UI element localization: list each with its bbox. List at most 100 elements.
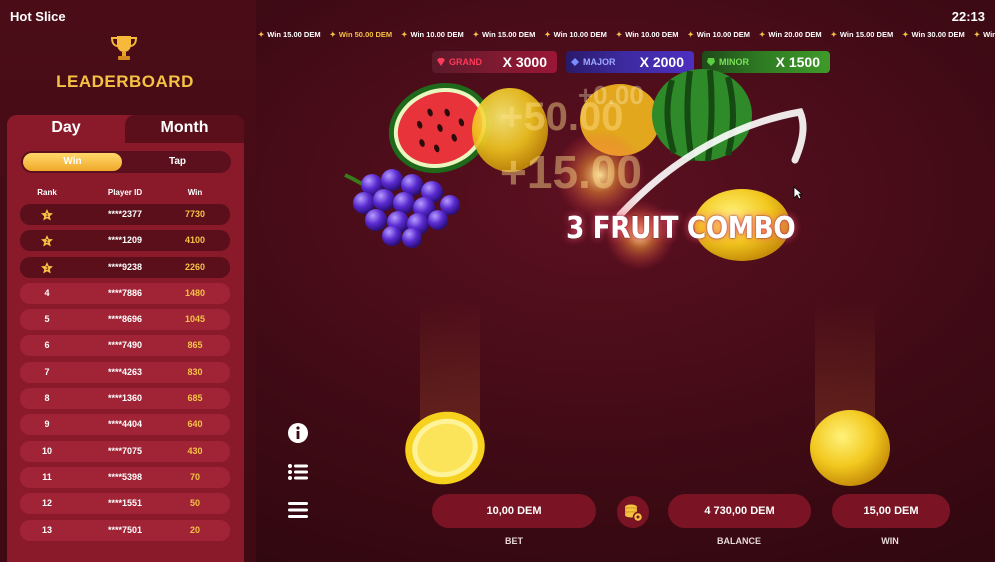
combo-banner: 3 FRUIT COMBO bbox=[566, 211, 796, 246]
star-rank-icon: 2 bbox=[41, 235, 53, 247]
float-score: +0.00 bbox=[578, 80, 644, 110]
win-amount: 4100 bbox=[184, 235, 206, 246]
jackpot-minor-value: X 1500 bbox=[775, 54, 820, 70]
bet-settings-button[interactable] bbox=[617, 496, 649, 528]
leaderboard-panel: Hot Slice LEADERBOARD Day Month Win Tap … bbox=[0, 0, 256, 562]
leaderboard-row: 9 ****4404 640 bbox=[20, 414, 230, 436]
player-id: ****5398 bbox=[107, 471, 143, 482]
bet-button[interactable]: 10,00 DEM bbox=[432, 494, 596, 528]
sparkle-icon: ✦ bbox=[615, 30, 623, 39]
leaderboard-header: Rank Player ID Win bbox=[7, 188, 244, 200]
mouse-cursor-icon bbox=[793, 186, 803, 200]
rank-number: 3 bbox=[46, 266, 49, 272]
rank-number: 6 bbox=[44, 340, 50, 351]
history-list-icon[interactable] bbox=[287, 461, 309, 483]
jackpot-grand-label: GRAND bbox=[449, 57, 482, 67]
ruby-icon bbox=[437, 58, 445, 66]
tab-month[interactable]: Month bbox=[125, 115, 244, 143]
grapes-icon bbox=[344, 169, 460, 248]
win-amount: 830 bbox=[187, 366, 203, 377]
sparkle-icon: ✦ bbox=[544, 30, 551, 39]
leaderboard-row: 12 ****1551 50 bbox=[20, 493, 230, 515]
sparkle-icon: ✦ bbox=[973, 30, 981, 39]
win-amount: 70 bbox=[189, 471, 201, 482]
bet-label: BET bbox=[505, 536, 523, 546]
rank-number: 9 bbox=[44, 419, 50, 430]
win-amount: 7730 bbox=[184, 209, 206, 219]
leaderboard-title: LEADERBOARD bbox=[56, 72, 194, 91]
sparkle-icon: ✦ bbox=[759, 30, 766, 39]
win-amount: 50 bbox=[189, 498, 201, 509]
column-rank: Rank bbox=[37, 188, 57, 197]
player-id: ****1360 bbox=[107, 393, 143, 404]
menu-icon[interactable] bbox=[287, 499, 309, 521]
ticker-item: ✦ Win 10.00 DEM bbox=[687, 30, 750, 39]
leaderboard-box: Day Month Win Tap Rank Player ID Win 1 **… bbox=[7, 115, 244, 562]
win-label: WIN bbox=[881, 536, 899, 546]
player-id: ****7490 bbox=[107, 340, 143, 351]
sparkle-icon: ✦ bbox=[830, 30, 837, 39]
ticker-item: ✦ Win 50.00 DEM bbox=[330, 30, 393, 39]
column-win: Win bbox=[187, 188, 203, 197]
rank-number: 7 bbox=[44, 366, 50, 377]
ticker-text: Win 50.00 DEM bbox=[338, 30, 393, 39]
leaderboard-row: 11 ****5398 70 bbox=[20, 466, 230, 488]
toggle-tap[interactable]: Tap bbox=[126, 153, 229, 171]
jackpot-major-label: MAJOR bbox=[583, 57, 616, 67]
player-id: ****1551 bbox=[107, 498, 143, 509]
emerald-icon bbox=[707, 58, 715, 66]
app-title: Hot Slice bbox=[10, 9, 66, 24]
ticker-item: ✦ Win 30.00 DEM bbox=[902, 30, 965, 39]
player-id: ****8696 bbox=[107, 314, 143, 325]
jackpot-major: MAJOR X 2000 bbox=[566, 51, 694, 73]
watermelon-slice-icon bbox=[388, 82, 492, 174]
slice-trail bbox=[616, 108, 807, 219]
player-id: ****1209 bbox=[107, 235, 143, 246]
ticker-text: Win 15.00 DEM bbox=[839, 30, 894, 39]
jackpot-major-value: X 2000 bbox=[639, 54, 684, 70]
win-display: 15,00 DEM bbox=[832, 494, 950, 528]
leaderboard-row: 2 ****1209 4100 bbox=[20, 230, 230, 252]
trophy-icon bbox=[110, 36, 138, 60]
lemon-half-icon bbox=[405, 411, 485, 485]
rank-number: 12 bbox=[41, 498, 53, 509]
sparkle-icon: ✦ bbox=[329, 30, 336, 39]
win-amount: 1045 bbox=[184, 314, 206, 325]
toggle-win[interactable]: Win bbox=[23, 153, 122, 171]
watermelon-icon bbox=[652, 69, 752, 162]
ticker-text: Win 10.00 DEM bbox=[625, 30, 679, 39]
float-score: +15.00 bbox=[500, 146, 642, 198]
leaderboard-row: 3 ****9238 2260 bbox=[20, 256, 230, 278]
tab-day[interactable]: Day bbox=[7, 115, 125, 143]
player-id: ****7886 bbox=[107, 287, 143, 298]
leaderboard-row: 10 ****7075 430 bbox=[20, 440, 230, 462]
ticker-text: Win 15.00 DEM bbox=[267, 30, 321, 39]
clock: 22:13 bbox=[951, 9, 985, 24]
leaderboard-row: 13 ****7501 20 bbox=[20, 519, 230, 541]
light-shaft bbox=[815, 300, 875, 450]
rank-number: 2 bbox=[46, 239, 49, 245]
leaderboard-row: 1 ****2377 7730 bbox=[20, 204, 230, 225]
ticker-text: Win 10.00 DEM bbox=[696, 30, 751, 39]
info-icon[interactable] bbox=[287, 422, 309, 444]
ticker-text: Win 20.00 DEM bbox=[768, 30, 822, 39]
rank-number: 1 bbox=[46, 213, 49, 219]
leaderboard-row: 7 ****4263 830 bbox=[20, 361, 230, 383]
sparkle-icon: ✦ bbox=[258, 30, 265, 39]
rank-number: 13 bbox=[41, 524, 53, 535]
light-shaft bbox=[420, 300, 480, 450]
ticker-item: ✦ Win 10.00 DEM bbox=[616, 30, 679, 39]
jackpot-minor-label: MINOR bbox=[719, 57, 749, 67]
ticker-item: ✦Win 15.00 DEM bbox=[831, 30, 894, 39]
star-rank-icon: 3 bbox=[41, 261, 53, 274]
sparkle-icon: ✦ bbox=[401, 30, 408, 39]
win-amount: 1480 bbox=[184, 287, 206, 298]
ticker-text: Win 10.00 DEM bbox=[410, 30, 464, 39]
player-id: ****9238 bbox=[107, 261, 143, 272]
balance-label: BALANCE bbox=[717, 536, 761, 546]
coins-gear-icon bbox=[625, 504, 644, 523]
sapphire-icon bbox=[571, 58, 579, 66]
leaderboard-row: 5 ****8696 1045 bbox=[20, 309, 230, 331]
ticker-item: ✦Win 15.00 DEM bbox=[974, 30, 995, 39]
win-amount: 865 bbox=[187, 340, 203, 351]
